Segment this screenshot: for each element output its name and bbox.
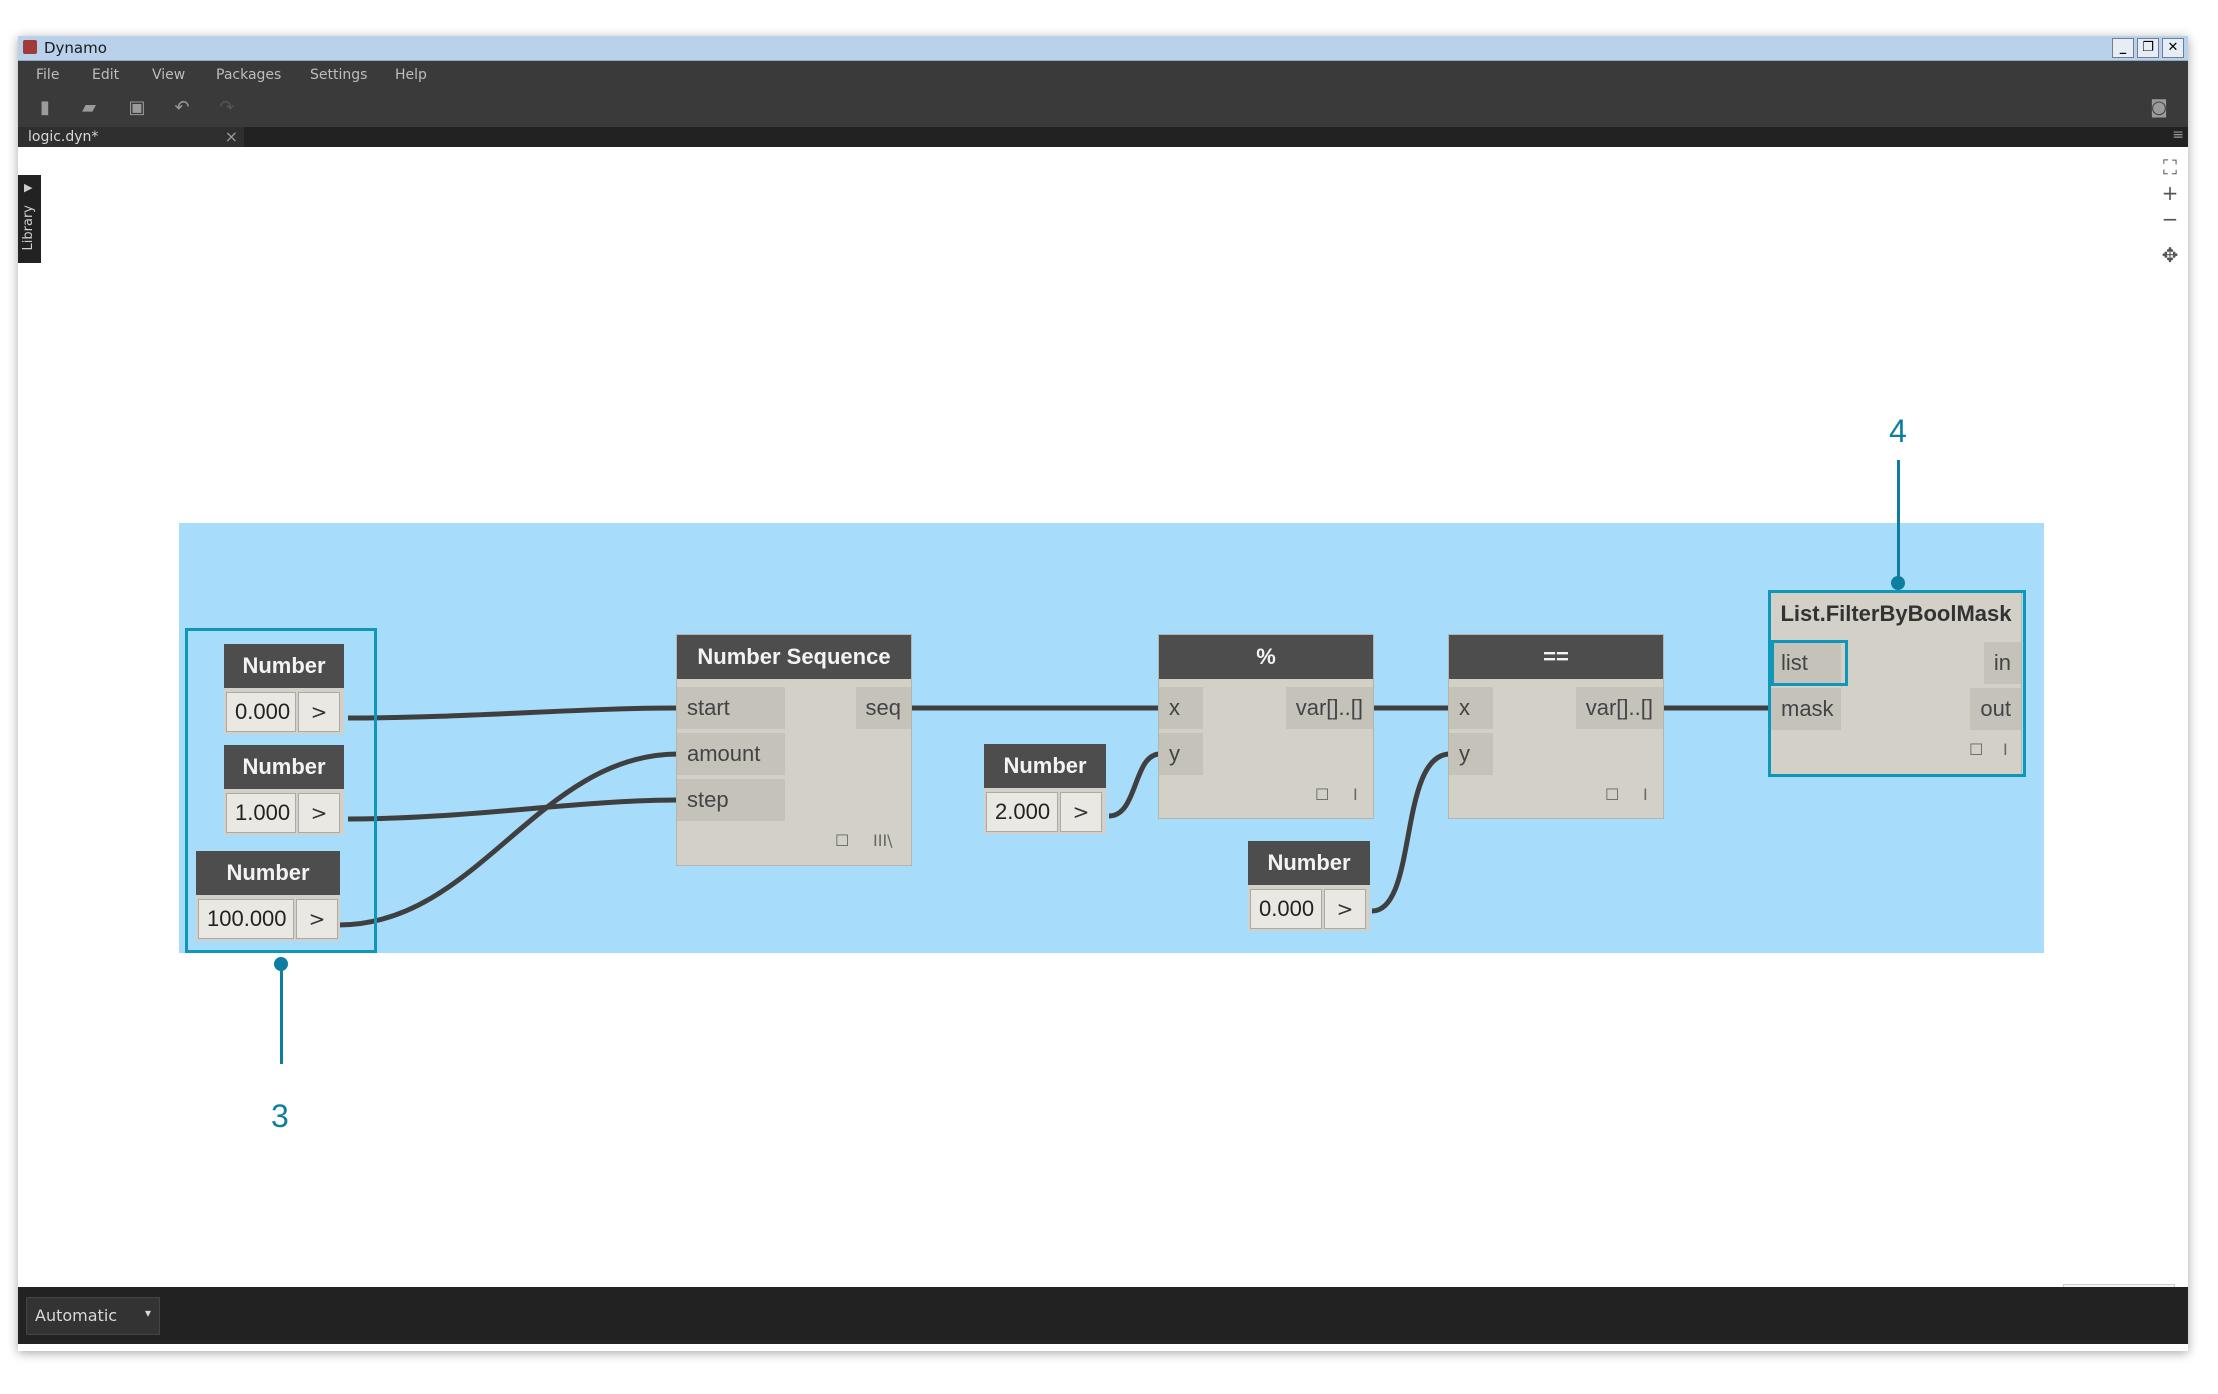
tab-logic[interactable]: logic.dyn* ×	[18, 127, 244, 147]
preview-toggle-icon[interactable]: ☐	[835, 831, 849, 850]
number-value-field[interactable]: 2.000	[986, 792, 1058, 832]
number-arrow-button[interactable]: >	[1324, 889, 1366, 929]
wire-num2-step	[347, 797, 679, 822]
save-icon[interactable]: ▣	[126, 97, 148, 119]
callout-4-line	[1897, 460, 1900, 580]
output-port-var[interactable]: var[]..[]	[1285, 687, 1373, 729]
menu-view[interactable]: View	[152, 67, 185, 83]
input-port-amount[interactable]: amount	[677, 733, 785, 775]
preview-toggle-icon[interactable]: ☐	[1605, 785, 1619, 804]
close-button[interactable]: ✕	[2162, 38, 2184, 58]
number-sequence-node[interactable]: Number Sequence start amount step seq ☐ …	[677, 635, 911, 865]
menu-packages[interactable]: Packages	[216, 67, 281, 83]
preview-toggle-icon[interactable]: ☐	[1315, 785, 1329, 804]
input-port-y[interactable]: y	[1159, 733, 1203, 775]
title-bar: Dynamo _ ❐ ✕	[18, 36, 2188, 61]
menu-help[interactable]: Help	[395, 67, 427, 83]
node-title: Number Sequence	[677, 635, 911, 679]
output-port-var[interactable]: var[]..[]	[1575, 687, 1663, 729]
number-node-4[interactable]: Number 2.000 >	[984, 744, 1106, 834]
number-arrow-button[interactable]: >	[1060, 792, 1102, 832]
run-mode-label: Automatic	[35, 1306, 118, 1325]
dynamo-logo-icon	[23, 40, 37, 54]
number-node-5[interactable]: Number 0.000 >	[1248, 841, 1370, 931]
node-title: ==	[1449, 635, 1663, 679]
number-value-field[interactable]: 0.000	[1250, 889, 1322, 929]
node-title: Number	[1248, 841, 1370, 885]
toolbar: ▮ ▰ ▣ ↶ ↷ ◙	[18, 89, 2188, 127]
input-port-step[interactable]: step	[677, 779, 785, 821]
status-bar: Automatic ▾	[18, 1287, 2188, 1344]
modulo-node[interactable]: % x y var[]..[] ☐ I	[1159, 635, 1373, 818]
chevron-down-icon: ▾	[144, 1306, 151, 1320]
undo-icon[interactable]: ↶	[171, 97, 193, 119]
workspace-canvas[interactable]: ▶ Library ⛶ + − ✥ Number 0.000 > Number …	[18, 147, 2188, 1314]
open-file-icon[interactable]: ▰	[78, 97, 100, 119]
callout-4-label: 4	[1889, 413, 1907, 449]
node-title: Number	[984, 744, 1106, 788]
tab-label: logic.dyn*	[28, 129, 99, 145]
window-title: Dynamo	[44, 39, 107, 57]
wire-num3-amount	[338, 751, 679, 928]
wire-num1-start	[347, 705, 679, 721]
camera-icon[interactable]: ◙	[2148, 97, 2170, 119]
callout-3-line	[280, 964, 283, 1064]
callout-4-dot	[1891, 576, 1905, 590]
tab-close-icon[interactable]: ×	[225, 127, 238, 146]
lacing-indicator: I	[1643, 785, 1648, 804]
menu-bar: File Edit View Packages Settings Help	[18, 61, 2188, 89]
menu-edit[interactable]: Edit	[92, 67, 119, 83]
menu-settings[interactable]: Settings	[310, 67, 367, 83]
highlight-list-port	[1771, 640, 1848, 686]
lacing-indicator: I	[1353, 785, 1358, 804]
window-controls: _ ❐ ✕	[2112, 38, 2184, 58]
new-file-icon[interactable]: ▮	[34, 97, 56, 119]
input-port-y[interactable]: y	[1449, 733, 1493, 775]
highlight-number-inputs	[185, 628, 377, 953]
minimize-button[interactable]: _	[2112, 38, 2134, 58]
tab-bar: logic.dyn* × ≡	[18, 127, 2188, 147]
run-mode-select[interactable]: Automatic ▾	[26, 1297, 160, 1335]
input-port-x[interactable]: x	[1449, 687, 1493, 729]
node-title: %	[1159, 635, 1373, 679]
restore-button[interactable]: ❐	[2137, 38, 2159, 58]
menu-file[interactable]: File	[36, 67, 59, 83]
wire-num5-y	[1371, 751, 1451, 914]
callout-3-label: 3	[271, 1098, 289, 1134]
wire-num4-y	[1108, 751, 1161, 819]
redo-icon[interactable]: ↷	[216, 97, 238, 119]
input-port-start[interactable]: start	[677, 687, 785, 729]
tab-menu-icon[interactable]: ≡	[2172, 127, 2184, 143]
dynamo-window: Dynamo _ ❐ ✕ File Edit View Packages Set…	[18, 36, 2188, 1351]
input-port-x[interactable]: x	[1159, 687, 1203, 729]
output-port-seq[interactable]: seq	[855, 687, 911, 729]
lacing-indicator: III\	[873, 831, 893, 850]
equals-node[interactable]: == x y var[]..[] ☐ I	[1449, 635, 1663, 818]
